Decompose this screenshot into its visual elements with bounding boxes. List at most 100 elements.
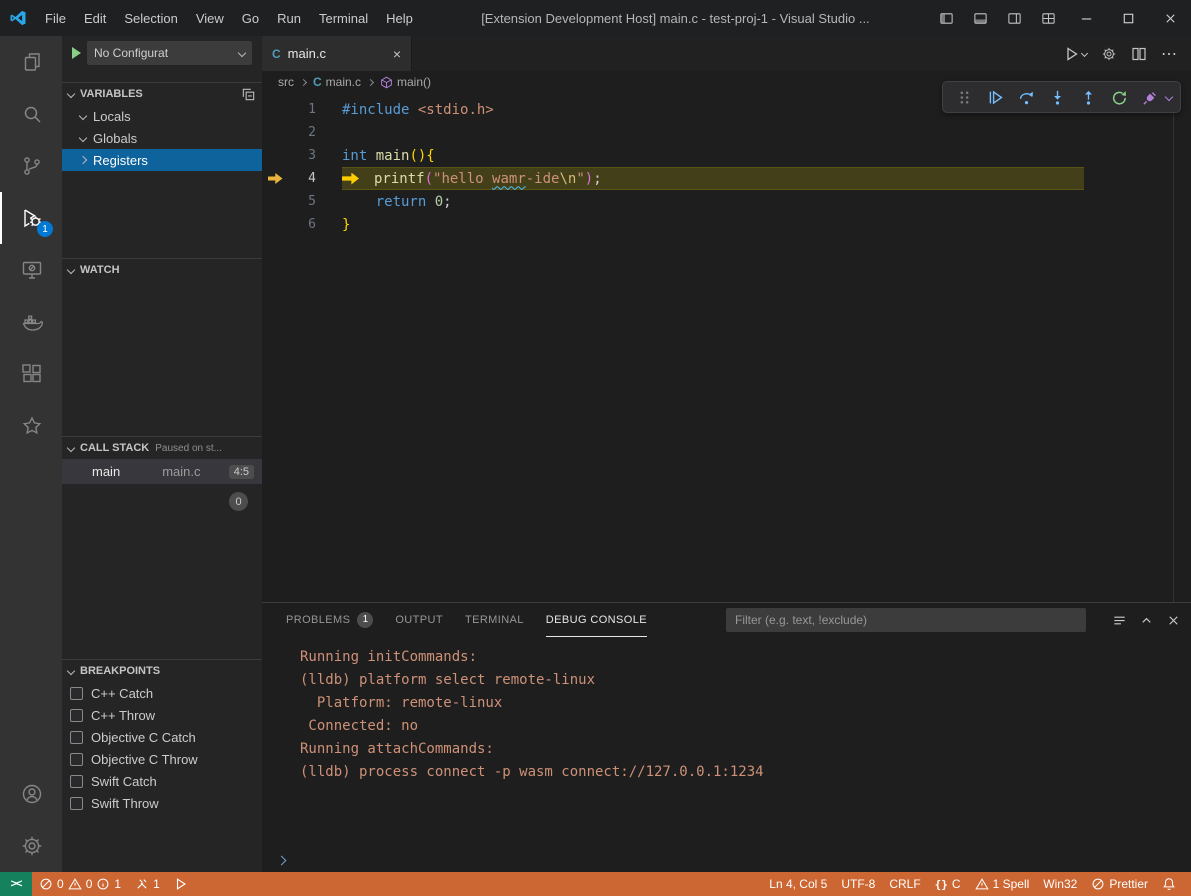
minimize-button[interactable] <box>1065 0 1107 36</box>
spell-checker-status[interactable]: 1 Spell <box>968 872 1037 896</box>
debug-status-icon[interactable] <box>167 872 195 896</box>
breakpoint-item[interactable]: C++ Catch <box>62 682 262 704</box>
encoding-status[interactable]: UTF-8 <box>834 872 882 896</box>
code-lines: 1#include <stdio.h>23int main(){4printf(… <box>262 98 1191 236</box>
editor-scrollbar[interactable] <box>1173 93 1174 602</box>
panel-tab-debug-console[interactable]: DEBUG CONSOLE <box>546 603 647 637</box>
drag-handle-icon[interactable] <box>951 84 977 110</box>
remote-explorer-icon[interactable] <box>0 244 62 296</box>
collapse-all-icon[interactable] <box>241 87 256 102</box>
chevron-down-icon <box>238 49 246 57</box>
settings-gear-icon[interactable] <box>0 820 62 872</box>
run-file-button[interactable] <box>1064 46 1087 62</box>
breakpoint-checkbox[interactable] <box>70 775 83 788</box>
tab-main-c[interactable]: C main.c × <box>262 36 412 71</box>
step-out-button[interactable] <box>1075 84 1101 110</box>
breakpoint-item[interactable]: C++ Throw <box>62 704 262 726</box>
favorites-icon[interactable] <box>0 400 62 452</box>
breadcrumb-item-main--[interactable]: main() <box>380 75 431 89</box>
maximize-panel-icon[interactable] <box>1139 613 1154 628</box>
panel-tab-terminal[interactable]: TERMINAL <box>465 603 524 637</box>
variables-item-registers[interactable]: Registers <box>62 149 262 171</box>
menu-selection[interactable]: Selection <box>115 5 186 31</box>
source-control-icon[interactable] <box>0 140 62 192</box>
eol-status[interactable]: CRLF <box>882 872 927 896</box>
panel-tab-output[interactable]: OUTPUT <box>395 603 443 637</box>
variables-header[interactable]: VARIABLES <box>62 83 262 105</box>
call-stack-list: mainmain.c4:5 <box>62 459 262 484</box>
disconnect-button[interactable] <box>1137 84 1163 110</box>
chevron-down-icon[interactable] <box>1165 93 1173 101</box>
output-actions-icon[interactable] <box>1112 613 1127 628</box>
call-stack-header[interactable]: CALL STACK Paused on st... <box>62 437 262 459</box>
debug-filter-input[interactable] <box>726 608 1086 632</box>
breakpoint-checkbox[interactable] <box>70 731 83 744</box>
code-line-5[interactable]: 5 return 0; <box>262 190 1191 213</box>
panel-tab-problems[interactable]: PROBLEMS1 <box>286 603 373 637</box>
cursor-position[interactable]: Ln 4, Col 5 <box>762 872 834 896</box>
breadcrumb-item-main-c[interactable]: Cmain.c <box>313 75 361 89</box>
editor-settings-gear-icon[interactable] <box>1101 46 1117 62</box>
platform-status[interactable]: Win32 <box>1036 872 1084 896</box>
breakpoint-item[interactable]: Swift Catch <box>62 770 262 792</box>
breakpoint-checkbox[interactable] <box>70 753 83 766</box>
docker-icon[interactable] <box>0 296 62 348</box>
menu-edit[interactable]: Edit <box>75 5 115 31</box>
breakpoint-item[interactable]: Swift Throw <box>62 792 262 814</box>
code-editor[interactable]: 1#include <stdio.h>23int main(){4printf(… <box>262 93 1191 602</box>
code-line-3[interactable]: 3int main(){ <box>262 144 1191 167</box>
debug-console-input[interactable] <box>262 848 1191 872</box>
variables-item-globals[interactable]: Globals <box>62 127 262 149</box>
debug-config-dropdown[interactable]: No Configurat <box>87 41 252 65</box>
toggle-panel-icon[interactable] <box>963 0 997 36</box>
chevron-right-icon <box>79 156 87 164</box>
notifications-bell-icon[interactable] <box>1155 872 1183 896</box>
split-editor-icon[interactable] <box>1131 46 1147 62</box>
run-and-debug-icon[interactable]: 1 <box>0 192 62 244</box>
extensions-icon[interactable] <box>0 348 62 400</box>
breadcrumb-item-src[interactable]: src <box>278 75 294 89</box>
close-tab-icon[interactable]: × <box>393 46 401 62</box>
toggle-secondary-sidebar-icon[interactable] <box>997 0 1031 36</box>
bottom-panel: PROBLEMS1OUTPUTTERMINALDEBUG CONSOLE Run… <box>262 602 1191 872</box>
breakpoints-header[interactable]: BREAKPOINTS <box>62 660 262 682</box>
code-line-2[interactable]: 2 <box>262 121 1191 144</box>
restart-button[interactable] <box>1106 84 1132 110</box>
menu-go[interactable]: Go <box>233 5 268 31</box>
remote-indicator[interactable]: >< <box>0 872 32 896</box>
search-icon[interactable] <box>0 88 62 140</box>
window-title: [Extension Development Host] main.c - te… <box>422 11 929 26</box>
menu-help[interactable]: Help <box>377 5 422 31</box>
toolchain-status[interactable]: 1 <box>128 872 167 896</box>
toggle-sidebar-icon[interactable] <box>929 0 963 36</box>
breakpoint-item[interactable]: Objective C Catch <box>62 726 262 748</box>
breakpoint-item[interactable]: Objective C Throw <box>62 748 262 770</box>
menu-run[interactable]: Run <box>268 5 310 31</box>
customize-layout-icon[interactable] <box>1031 0 1065 36</box>
breakpoint-checkbox[interactable] <box>70 709 83 722</box>
start-debug-icon[interactable] <box>72 47 81 59</box>
watch-header[interactable]: WATCH <box>62 259 262 281</box>
continue-button[interactable] <box>982 84 1008 110</box>
code-line-4[interactable]: 4printf("hello wamr-ide\n"); <box>262 167 1191 190</box>
breakpoint-checkbox[interactable] <box>70 797 83 810</box>
close-window-button[interactable] <box>1149 0 1191 36</box>
language-mode[interactable]: {} C <box>928 872 968 896</box>
problems-status[interactable]: 0 0 1 <box>32 872 128 896</box>
stack-frame[interactable]: mainmain.c4:5 <box>62 459 262 484</box>
code-line-6[interactable]: 6} <box>262 213 1191 236</box>
close-panel-icon[interactable] <box>1166 613 1181 628</box>
more-actions-icon[interactable]: ⋯ <box>1161 44 1177 64</box>
menu-view[interactable]: View <box>187 5 233 31</box>
menu-file[interactable]: File <box>36 5 75 31</box>
maximize-button[interactable] <box>1107 0 1149 36</box>
step-into-button[interactable] <box>1044 84 1070 110</box>
variables-item-locals[interactable]: Locals <box>62 105 262 127</box>
formatter-status[interactable]: Prettier <box>1084 872 1155 896</box>
breakpoint-checkbox[interactable] <box>70 687 83 700</box>
c-file-icon: C <box>272 47 281 61</box>
menu-terminal[interactable]: Terminal <box>310 5 377 31</box>
explorer-icon[interactable] <box>0 36 62 88</box>
account-icon[interactable] <box>0 768 62 820</box>
step-over-button[interactable] <box>1013 84 1039 110</box>
